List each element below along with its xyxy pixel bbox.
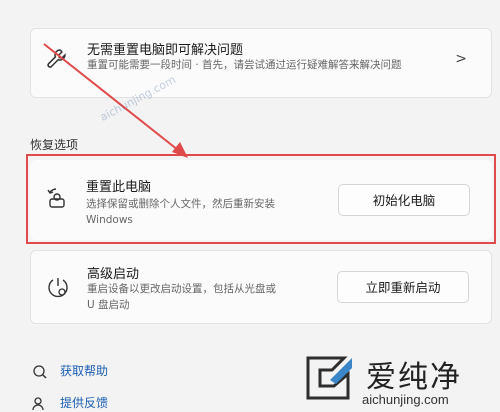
get-help-link[interactable]: 获取帮助 [32, 362, 108, 380]
recovery-options-heading: 恢复选项 [30, 138, 79, 152]
advanced-startup-title: 高级启动 [87, 267, 140, 282]
troubleshoot-description: 重置可能需要一段时间 · 首先，请尝试通过运行疑难解答来解决问题 [87, 59, 402, 71]
troubleshoot-card[interactable]: 无需重置电脑即可解决问题 重置可能需要一段时间 · 首先，请尝试通过运行疑难解答… [30, 28, 492, 98]
advanced-startup-description-usb: U 盘启动 [87, 299, 130, 311]
help-icon [33, 364, 47, 379]
feedback-icon [32, 396, 44, 410]
watermark-url: aichunjing.com [362, 392, 449, 407]
advanced-startup-card: 高级启动 重启设备以更改启动设置，包括从光盘或 U 盘启动 立即重新启动 [30, 250, 492, 324]
chevron-right-icon[interactable]: > [455, 51, 467, 67]
feedback-link[interactable]: 提供反馈 [32, 394, 108, 412]
advanced-startup-description: 重启设备以更改启动设置，包括从光盘或 [87, 283, 276, 295]
get-help-label[interactable]: 获取帮助 [60, 364, 108, 378]
watermark-logo-icon [306, 356, 352, 400]
wrench-icon [45, 47, 73, 75]
highlight-box [26, 154, 496, 244]
advanced-startup-icon [45, 275, 73, 303]
restart-now-button[interactable]: 立即重新启动 [337, 271, 469, 303]
feedback-label[interactable]: 提供反馈 [60, 396, 108, 410]
troubleshoot-title: 无需重置电脑即可解决问题 [87, 43, 244, 58]
watermark-brand: 爱纯净 [366, 360, 462, 395]
